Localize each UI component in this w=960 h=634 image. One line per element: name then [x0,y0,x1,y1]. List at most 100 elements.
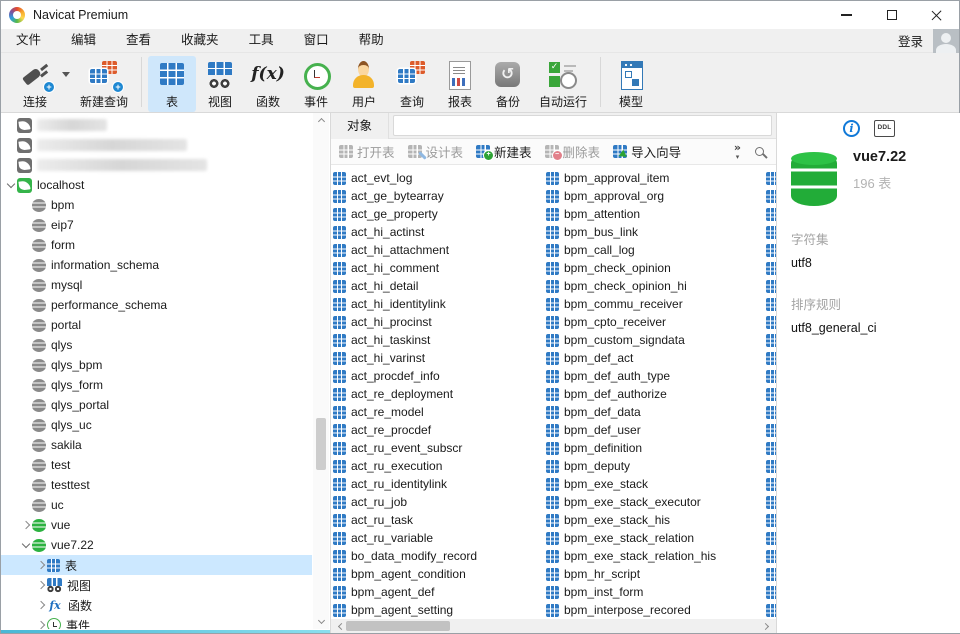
tree-item-localhost[interactable]: localhost [1,175,312,195]
menu-item-7[interactable]: 帮助 [344,29,399,52]
table-item[interactable]: bpm_agent_condition [333,565,545,583]
toolbar-button-new-query[interactable]: +新建查询 [73,56,135,112]
table-item[interactable]: bpm_cpto_receiver [546,313,758,331]
table-item[interactable]: bpm_bus_link [546,223,758,241]
table-item-clipped[interactable] [766,565,776,583]
tree-item-performance_schema[interactable]: performance_schema [1,295,312,315]
table-item[interactable]: act_hi_actinst [333,223,545,241]
table-item[interactable]: act_hi_identitylink [333,295,545,313]
table-item[interactable]: bpm_attention [546,205,758,223]
table-item[interactable]: act_re_deployment [333,385,545,403]
horizontal-scrollbar-thumb[interactable] [346,621,450,631]
table-item[interactable]: act_hi_taskinst [333,331,545,349]
tree-item-函数[interactable]: fx函数 [1,595,312,615]
tree-item-portal[interactable]: portal [1,315,312,335]
tree-item-bpm[interactable]: bpm [1,195,312,215]
user-avatar[interactable] [933,29,959,53]
table-item-clipped[interactable] [766,601,776,619]
table-item[interactable]: act_ge_bytearray [333,187,545,205]
menu-item-2[interactable]: 编辑 [56,29,111,52]
tree-item-vue7.22[interactable]: vue7.22 [1,535,312,555]
toolbar-button-reports[interactable]: 报表 [436,56,484,112]
table-item[interactable]: act_re_procdef [333,421,545,439]
tree-item-eip7[interactable]: eip7 [1,215,312,235]
toolbar-button-model[interactable]: 模型 [607,56,655,112]
table-item[interactable]: act_hi_attachment [333,241,545,259]
table-item[interactable]: bpm_check_opinion [546,259,758,277]
chevron-right-icon[interactable] [35,579,47,591]
table-item-clipped[interactable] [766,295,776,313]
table-item-clipped[interactable] [766,313,776,331]
menu-item-4[interactable]: 收藏夹 [166,29,234,52]
scroll-down-arrow-icon[interactable] [313,615,329,629]
table-item[interactable]: act_ru_execution [333,457,545,475]
table-item[interactable]: bpm_hr_script [546,565,758,583]
search-icon[interactable] [755,147,764,156]
tree-item-mysql[interactable]: mysql [1,275,312,295]
table-item[interactable]: bpm_approval_item [546,169,758,187]
table-item[interactable]: bpm_def_user [546,421,758,439]
table-item[interactable]: act_ru_variable [333,529,545,547]
table-item-clipped[interactable] [766,493,776,511]
tree-item-connection-2[interactable] [1,135,312,155]
tree-item-qlys_portal[interactable]: qlys_portal [1,395,312,415]
menu-item-5[interactable]: 工具 [234,29,289,52]
tab-objects[interactable]: 对象 [331,113,389,139]
toolbar-button-connection[interactable]: +连接 [11,56,59,112]
table-item[interactable]: bpm_custom_signdata [546,331,758,349]
table-item[interactable]: bpm_exe_stack [546,475,758,493]
ddl-icon[interactable]: DDL [874,120,895,137]
table-item[interactable]: act_procdef_info [333,367,545,385]
table-item-clipped[interactable] [766,331,776,349]
table-item-clipped[interactable] [766,511,776,529]
toolbar-button-users[interactable]: 用户 [340,56,388,112]
table-item[interactable]: act_hi_procinst [333,313,545,331]
table-item[interactable]: bpm_approval_org [546,187,758,205]
menu-item-6[interactable]: 窗口 [289,29,344,52]
toolbar-button-events[interactable]: 事件 [292,56,340,112]
toolbar-button-queries[interactable]: 查询 [388,56,436,112]
table-item[interactable]: bpm_exe_stack_relation [546,529,758,547]
minimize-button[interactable] [824,1,869,29]
tree-item-test[interactable]: test [1,455,312,475]
tree-item-form[interactable]: form [1,235,312,255]
tree-item-qlys_uc[interactable]: qlys_uc [1,415,312,435]
table-item[interactable]: bpm_inst_form [546,583,758,601]
table-item[interactable]: bpm_exe_stack_his [546,511,758,529]
toolbar-button-views[interactable]: 视图 [196,56,244,112]
table-item-clipped[interactable] [766,205,776,223]
objects-toolbar-design-table-button[interactable]: 设计表 [408,142,464,161]
table-item[interactable]: act_hi_comment [333,259,545,277]
tree-vertical-scrollbar[interactable] [313,113,329,629]
table-item[interactable]: bpm_def_data [546,403,758,421]
objects-toolbar-del-table-button[interactable]: 删除表 [545,142,601,161]
objects-toolbar-new-table-button[interactable]: 新建表 [476,142,532,161]
table-item[interactable]: bpm_agent_def [333,583,545,601]
objects-toolbar-open-table-button[interactable]: 打开表 [339,142,395,161]
chevron-right-icon[interactable] [35,559,47,571]
tree-item-qlys_form[interactable]: qlys_form [1,375,312,395]
table-item-clipped[interactable] [766,223,776,241]
tree-item-视图[interactable]: 视图 [1,575,312,595]
info-icon[interactable] [843,120,860,137]
table-item-clipped[interactable] [766,475,776,493]
toolbar-button-tables[interactable]: 表 [148,56,196,112]
table-item-clipped[interactable] [766,529,776,547]
table-item[interactable]: act_ge_property [333,205,545,223]
chevron-right-icon[interactable] [35,619,47,629]
table-item[interactable]: bpm_agent_setting [333,601,545,619]
table-item-clipped[interactable] [766,367,776,385]
table-item[interactable]: bpm_commu_receiver [546,295,758,313]
table-item[interactable]: bpm_interpose_recored [546,601,758,619]
tree-scrollbar-thumb[interactable] [316,418,326,470]
toolbar-button-functions[interactable]: f(x)函数 [244,56,292,112]
table-item[interactable]: act_ru_event_subscr [333,439,545,457]
table-item-clipped[interactable] [766,403,776,421]
table-item[interactable]: bpm_deputy [546,457,758,475]
menu-item-1[interactable]: 文件 [1,29,56,52]
table-item-clipped[interactable] [766,421,776,439]
table-item-clipped[interactable] [766,457,776,475]
table-item[interactable]: bpm_exe_stack_executor [546,493,758,511]
table-item[interactable]: bpm_def_auth_type [546,367,758,385]
tree-item-connection-1[interactable] [1,115,312,135]
